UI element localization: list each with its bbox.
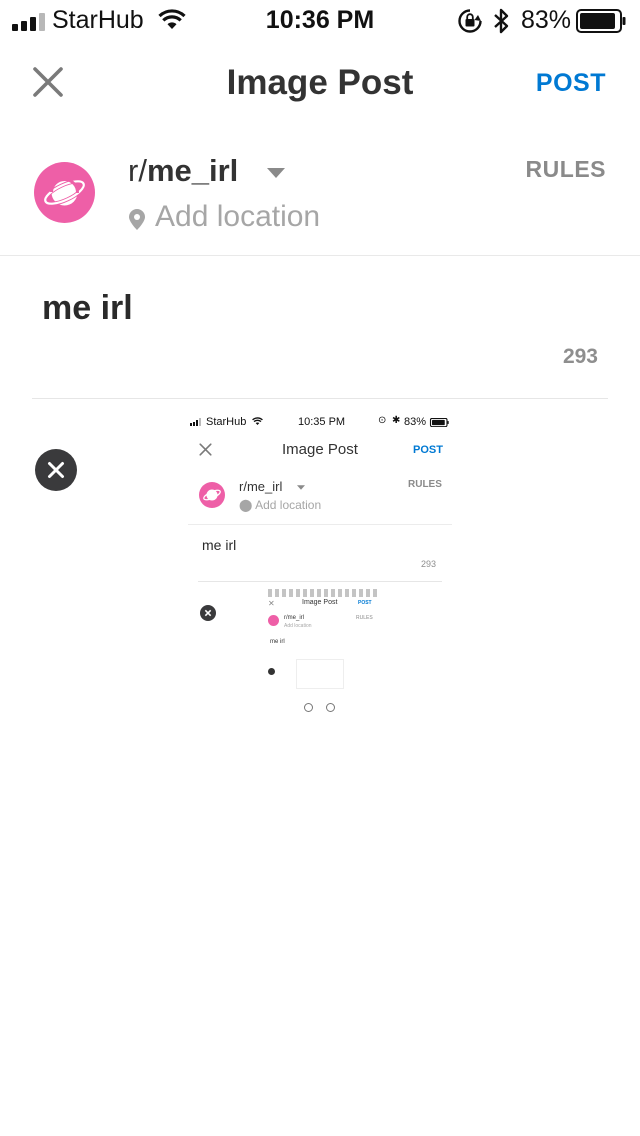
thumb-title: Image Post xyxy=(282,441,358,458)
thumb-post: POST xyxy=(413,444,443,456)
post-title-input[interactable]: me irl xyxy=(42,289,133,328)
nested-community: r/me_irl xyxy=(284,615,305,621)
nested-image-thumbnail: ✕ Image Post POST r/me_irl Add location … xyxy=(268,589,380,721)
remove-image-button[interactable] xyxy=(35,449,77,491)
nested-button-icon xyxy=(326,703,335,712)
nested-inner-thumbnail xyxy=(296,659,344,689)
divider xyxy=(0,255,640,256)
planet-icon xyxy=(199,482,225,508)
nested-rules: RULES xyxy=(356,615,373,621)
post-button[interactable]: POST xyxy=(536,69,606,98)
rules-button[interactable]: RULES xyxy=(526,156,606,183)
battery-percent: 83% xyxy=(521,6,572,34)
nested-post-title: me irl xyxy=(270,639,285,645)
nested-status-bar xyxy=(268,589,380,597)
close-icon xyxy=(48,462,64,478)
community-name: me_irl xyxy=(146,153,239,188)
planet-icon xyxy=(43,178,86,206)
community-prefix: r/ xyxy=(128,153,147,188)
orientation-lock-icon xyxy=(458,9,482,33)
bluetooth-icon: ✱ xyxy=(392,415,401,426)
thumb-battery: 83% xyxy=(404,416,427,428)
wifi-icon xyxy=(252,417,263,426)
nested-button-icon xyxy=(304,703,313,712)
nested-close-icon: ✕ xyxy=(268,599,275,608)
thumb-time: 10:35 PM xyxy=(298,416,346,428)
community-avatar xyxy=(34,162,95,223)
nested-avatar xyxy=(268,615,279,626)
thumb-rules: RULES xyxy=(408,479,442,490)
nested-location: Add location xyxy=(284,623,312,629)
thumb-post-title: me irl xyxy=(202,537,237,553)
orientation-lock-icon: ⊙ xyxy=(378,415,387,426)
signal-icon xyxy=(190,418,202,426)
nested-post: POST xyxy=(358,600,372,606)
nested-title: Image Post xyxy=(302,599,338,606)
divider xyxy=(198,581,442,582)
thumb-location-text: Add location xyxy=(255,498,322,512)
chevron-down-icon[interactable] xyxy=(267,168,285,178)
status-bar: StarHub 10:36 PM 83% xyxy=(0,0,640,40)
location-pin-icon xyxy=(129,209,145,230)
divider xyxy=(188,524,452,525)
thumb-location: ⬤ Add location xyxy=(239,498,322,512)
character-count: 293 xyxy=(562,345,598,368)
image-thumbnail[interactable]: StarHub 10:35 PM ⊙ ✱ 83% Image Post POST… xyxy=(188,411,452,721)
divider xyxy=(32,398,608,399)
thumb-community: r/me_irl xyxy=(239,479,283,494)
bluetooth-icon xyxy=(494,8,509,34)
nested-remove-button xyxy=(268,668,275,675)
remove-image-button xyxy=(200,605,216,621)
thumb-char-count: 293 xyxy=(421,559,437,569)
battery-icon xyxy=(576,9,626,33)
close-icon xyxy=(199,443,212,456)
location-placeholder: Add location xyxy=(155,200,321,233)
battery-icon xyxy=(429,418,449,427)
thumb-carrier: StarHub xyxy=(206,416,247,428)
chevron-down-icon xyxy=(297,485,305,490)
community-selector[interactable]: r/me_irl xyxy=(128,153,238,189)
